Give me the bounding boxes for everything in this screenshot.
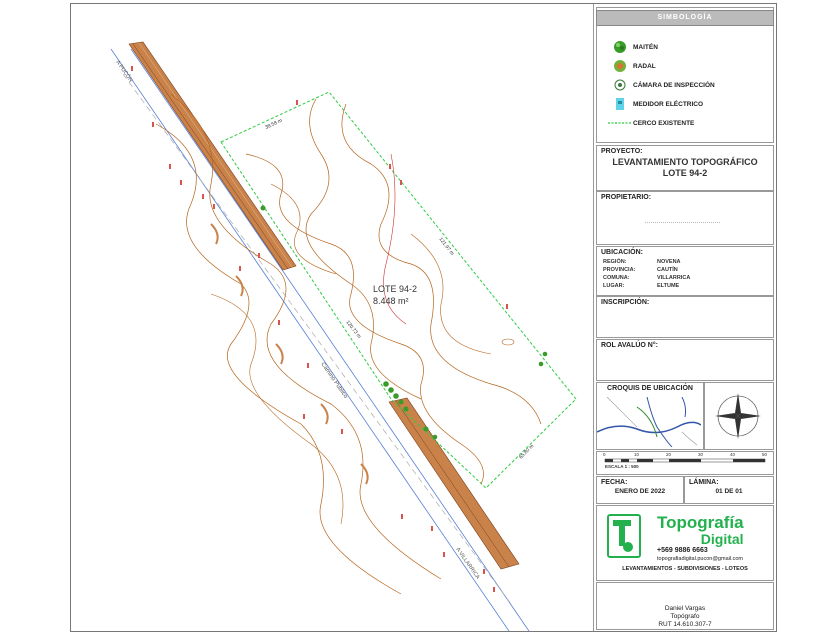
dim-right-label: 121.97 m — [437, 237, 455, 257]
scale-tick-40: 40 — [730, 452, 736, 457]
scale-tick-50: 50 — [762, 452, 768, 457]
project-box: PROYECTO: LEVANTAMIENTO TOPOGRÁFICO LOTE… — [596, 145, 774, 191]
scale-tick-30: 30 — [698, 452, 704, 457]
dim-bottom-label: 65.80 m — [518, 443, 535, 460]
company-email: topografiadigital.pucon@gmail.com — [657, 556, 743, 562]
location-row-commune: COMUNA: VILLARRICA — [603, 275, 691, 281]
scale-tick-10: 10 — [634, 452, 640, 457]
project-title-line2: LOTE 94-2 — [662, 168, 708, 178]
lot-area-label: 8.448 m² — [373, 296, 409, 306]
company-phone: +569 9886 6663 — [657, 547, 708, 554]
location-box: UBICACIÓN: REGIÓN: NOVENA PROVINCIA: CAUTÍ… — [596, 246, 774, 296]
lot-contour-3 — [245, 153, 484, 485]
legend-item-meter: MEDIDOR ELÉCTRICO — [607, 97, 703, 111]
lot-contour-knoll — [501, 338, 515, 346]
location-row-place: LUGAR: ELTUME — [603, 283, 680, 289]
location-sketch-box: CROQUIS DE UBICACIÓN — [596, 382, 704, 450]
scale-label: ESCALA 1 : 500 — [605, 464, 639, 469]
location-row-region: REGIÓN: NOVENA — [603, 259, 681, 265]
date-value: ENERO DE 2022 — [614, 488, 666, 495]
legend-title: SIMBOLOGÍA — [596, 10, 774, 26]
asphalt-line-north-2 — [138, 42, 293, 268]
legend-box: SIMBOLOGÍA MAITÉN RADAL CÁMARA DE INSPEC… — [596, 7, 774, 143]
direction-south-label: A VILLARRICA — [454, 547, 480, 581]
legend-item-radal: RADAL — [607, 59, 656, 73]
location-row-province: PROVINCIA: CAUTÍN — [603, 267, 678, 273]
legend-item-chamber: CÁMARA DE INSPECCIÓN — [607, 78, 715, 92]
compass-rose-icon — [715, 393, 761, 439]
company-name-line2: Digital — [700, 531, 744, 547]
location-sketch-map — [597, 397, 701, 447]
rol-box: ROL AVALÚO N°: — [596, 339, 774, 381]
sheet-box: LÁMINA: 01 DE 01 — [684, 476, 774, 504]
surveyor-rut: RUT 14.610.307-7 — [658, 621, 712, 628]
road-edge-inner — [130, 48, 530, 631]
legend-item-fence: CERCO EXISTENTE — [607, 116, 694, 130]
topographic-map: LOTE 94-2 8.448 m² Camino Público A PUCÓ… — [110, 41, 577, 631]
plan-sheet: LOTE 94-2 8.448 m² Camino Público A PUCÓ… — [70, 3, 777, 632]
asphalt-line-north — [132, 43, 289, 270]
company-box: Topografía Digital +569 9886 6663 topogr… — [596, 505, 774, 581]
company-services: LEVANTAMIENTOS - SUBDIVISIONES - LOTEOS — [622, 566, 748, 572]
road-centerline — [122, 73, 512, 605]
electric-meter-icon — [607, 97, 633, 111]
project-title-line1: LEVANTAMIENTO TOPOGRÁFICO — [612, 157, 758, 167]
scale-tick-0: 0 — [603, 452, 606, 457]
lot-contour-2 — [341, 103, 542, 425]
signature-box: Daniel Vargas Topógrafo RUT 14.610.307-7 — [596, 582, 774, 630]
company-logo-icon — [607, 514, 641, 558]
surveyor-name: Daniel Vargas — [664, 605, 706, 612]
company-name-line1: Topografía — [657, 513, 744, 532]
dim-top-label: 38.58 m — [264, 118, 283, 131]
sheet-value: 01 DE 01 — [715, 488, 743, 495]
surveyor-title: Topógrafo — [670, 613, 700, 620]
lot-name-label: LOTE 94-2 — [373, 284, 417, 294]
date-box: FECHA: ENERO DE 2022 — [596, 476, 684, 504]
existing-fence-icon — [607, 120, 633, 126]
inscription-box: INSCRIPCIÓN: — [596, 296, 774, 338]
scale-tick-20: 20 — [666, 452, 672, 457]
owner-box: PROPIETARIO: — [596, 191, 774, 245]
legend-item-maiten: MAITÉN — [607, 40, 658, 54]
road-name-label: Camino Público — [319, 362, 348, 400]
asphalt-line-south — [395, 400, 510, 568]
direction-north-label: A PUCÓN — [114, 59, 134, 83]
north-arrow-box — [704, 382, 774, 450]
radal-tree-icon — [607, 59, 633, 73]
road-edge-outer — [110, 48, 510, 631]
inspection-chamber-icon — [607, 79, 633, 91]
lot-contour-1 — [305, 98, 422, 400]
owner-line — [645, 222, 720, 223]
survey-markers — [131, 66, 508, 592]
maiten-tree-icon — [607, 40, 633, 54]
scale-box: 0 10 20 30 40 50 ESCALA 1 : 500 — [596, 451, 774, 475]
title-block-panel: SIMBOLOGÍA MAITÉN RADAL CÁMARA DE INSPEC… — [593, 4, 777, 631]
